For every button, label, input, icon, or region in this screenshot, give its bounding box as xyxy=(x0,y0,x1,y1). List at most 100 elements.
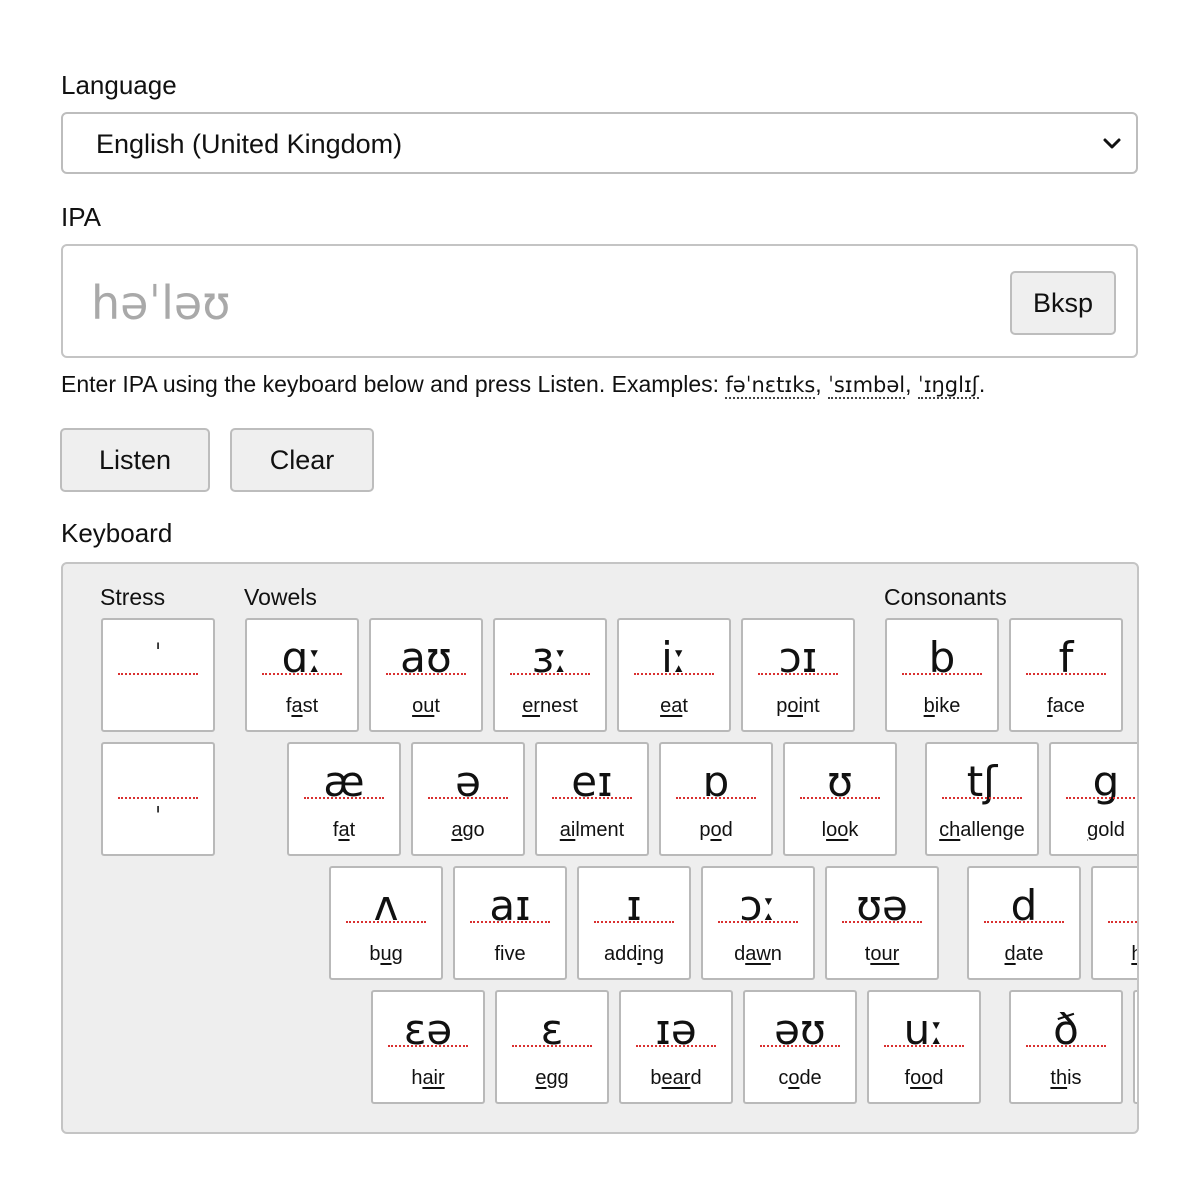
example-link-english[interactable]: ˈɪŋglɪʃ xyxy=(917,373,979,399)
key-baseline-guide xyxy=(718,921,798,923)
consonant-key[interactable]: f face xyxy=(1009,618,1123,732)
key-symbol: ɑː xyxy=(281,633,323,682)
example-suffix: n xyxy=(770,943,782,965)
example-highlight: e xyxy=(535,1067,547,1089)
example-prefix: p xyxy=(776,695,788,717)
vowels-section-label: Vowels xyxy=(244,584,317,610)
key-example-word: face xyxy=(1011,695,1121,718)
vowel-key[interactable]: ʌ bug xyxy=(329,866,443,980)
vowel-key[interactable]: aɪ five xyxy=(453,866,567,980)
example-highlight: a xyxy=(338,819,350,841)
vowel-key[interactable]: aʊ out xyxy=(369,618,483,732)
key-example-word: hug xyxy=(1093,943,1137,966)
key-symbol: ˈ xyxy=(154,639,162,667)
key-symbol: iː xyxy=(661,633,687,682)
example-suffix: is xyxy=(1067,1067,1082,1089)
stress-key[interactable]: ˌ xyxy=(101,742,215,856)
key-symbol: eɪ xyxy=(571,757,613,806)
key-example-word: ailment xyxy=(537,819,647,842)
vowel-key[interactable]: iː eat xyxy=(617,618,731,732)
key-baseline-guide xyxy=(304,797,384,799)
consonant-key[interactable]: ð this xyxy=(1009,990,1123,1104)
consonant-key[interactable]: d date xyxy=(967,866,1081,980)
vowel-key[interactable]: ɪə beard xyxy=(619,990,733,1104)
key-baseline-guide xyxy=(510,673,590,675)
key-baseline-guide xyxy=(842,921,922,923)
clear-button[interactable]: Clear xyxy=(230,428,374,492)
key-symbol: ʊ xyxy=(827,757,853,806)
key-example-word: this xyxy=(1011,1067,1121,1090)
key-symbol: tʃ xyxy=(966,757,998,806)
example-suffix: ike xyxy=(934,695,961,717)
key-baseline-guide xyxy=(676,797,756,799)
key-example-word: eat xyxy=(619,695,729,718)
consonant-key[interactable]: b bike xyxy=(885,618,999,732)
key-baseline-guide xyxy=(942,797,1022,799)
example-suffix: old xyxy=(1098,819,1125,841)
vowel-key[interactable]: ɛə hair xyxy=(371,990,485,1104)
key-symbol: g xyxy=(1092,757,1120,806)
key-symbol: ɔː xyxy=(739,881,777,930)
key-example-word: fast xyxy=(247,695,357,718)
vowel-key[interactable]: ʊə tour xyxy=(825,866,939,980)
example-suffix: ng xyxy=(641,943,665,965)
key-baseline-guide xyxy=(1026,673,1106,675)
key-baseline-guide xyxy=(800,797,880,799)
example-separator: , xyxy=(815,371,829,397)
backspace-button[interactable]: Bksp xyxy=(1010,271,1116,335)
stress-key[interactable]: ˈ xyxy=(101,618,215,732)
vowel-key[interactable]: ɔː dawn xyxy=(701,866,815,980)
key-baseline-guide xyxy=(386,673,466,675)
key-baseline-guide xyxy=(594,921,674,923)
example-prefix: b xyxy=(369,943,381,965)
key-baseline-guide xyxy=(1026,1045,1106,1047)
vowel-key[interactable]: əʊ code xyxy=(743,990,857,1104)
key-symbol: ð xyxy=(1053,1005,1079,1054)
consonant-key[interactable]: tʃ challenge xyxy=(925,742,1039,856)
example-suffix: de xyxy=(799,1067,822,1089)
key-symbol: ɒ xyxy=(702,757,730,806)
example-highlight: aw xyxy=(745,943,771,965)
vowel-key[interactable]: æ fat xyxy=(287,742,401,856)
vowel-key[interactable]: ʊ look xyxy=(783,742,897,856)
key-symbol: ɔɪ xyxy=(778,633,818,682)
key-symbol: ʌ xyxy=(373,881,399,930)
vowel-key[interactable]: ɑː fast xyxy=(245,618,359,732)
vowel-key[interactable]: eɪ ailment xyxy=(535,742,649,856)
vowel-key[interactable]: ɛ egg xyxy=(495,990,609,1104)
consonant-key[interactable] xyxy=(1133,990,1137,1104)
key-baseline-guide xyxy=(1108,921,1137,923)
help-instructions: Enter IPA using the keyboard below and p… xyxy=(61,371,726,397)
listen-button[interactable]: Listen xyxy=(60,428,210,492)
example-highlight: h xyxy=(1131,943,1137,965)
vowel-key[interactable]: ɪ adding xyxy=(577,866,691,980)
example-suffix: lment xyxy=(575,819,625,841)
example-highlight: b xyxy=(923,695,935,717)
key-baseline-guide xyxy=(346,921,426,923)
vowel-key[interactable]: ɔɪ point xyxy=(741,618,855,732)
vowel-key[interactable]: ə ago xyxy=(411,742,525,856)
key-symbol: ˌ xyxy=(154,787,162,815)
vowel-key[interactable]: uː food xyxy=(867,990,981,1104)
example-suffix: nest xyxy=(539,695,578,717)
example-highlight: o xyxy=(710,819,722,841)
vowel-key[interactable]: ɒ pod xyxy=(659,742,773,856)
language-select[interactable]: English (United Kingdom) xyxy=(61,112,1138,174)
example-suffix: gg xyxy=(546,1067,569,1089)
key-example-word: point xyxy=(743,695,853,718)
key-symbol: ɛə xyxy=(403,1005,453,1054)
example-suffix: allenge xyxy=(960,819,1025,841)
vowel-key[interactable]: ɜː ernest xyxy=(493,618,607,732)
example-link-phonetics[interactable]: fəˈnɛtɪks xyxy=(725,373,816,399)
key-baseline-guide xyxy=(984,921,1064,923)
key-symbol: uː xyxy=(903,1005,945,1054)
key-example-word: dawn xyxy=(703,943,813,966)
key-symbol: ʊə xyxy=(856,881,908,930)
keyboard-label: Keyboard xyxy=(61,518,173,548)
example-highlight: ear xyxy=(661,1067,691,1089)
consonant-key[interactable]: hhug xyxy=(1091,866,1137,980)
example-link-symbol[interactable]: ˈsɪmbəl xyxy=(828,373,906,399)
example-prefix: add xyxy=(603,943,638,965)
consonant-key[interactable]: g gold xyxy=(1049,742,1137,856)
ipa-input[interactable] xyxy=(89,274,973,332)
